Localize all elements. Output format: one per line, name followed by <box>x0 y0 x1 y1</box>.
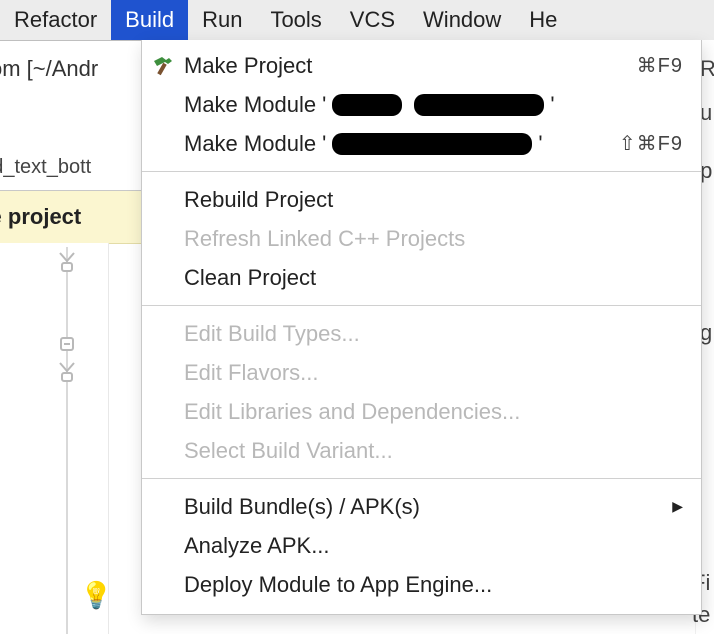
menu-item-edit-build-types: Edit Build Types... <box>142 314 701 353</box>
menu-item-label: Rebuild Project <box>184 187 683 213</box>
menu-run[interactable]: Run <box>188 0 256 40</box>
label-suffix: ' <box>550 92 554 118</box>
menu-item-make-project[interactable]: Make Project ⌘F9 <box>142 46 701 85</box>
submenu-arrow-icon: ▶ <box>672 498 683 515</box>
menu-label: Build <box>125 7 174 33</box>
menu-item-label: Edit Flavors... <box>184 360 683 386</box>
redacted-text <box>332 94 402 116</box>
menu-vcs[interactable]: VCS <box>336 0 409 40</box>
menu-item-build-bundle-apk[interactable]: Build Bundle(s) / APK(s) ▶ <box>142 487 701 526</box>
menu-item-label: Clean Project <box>184 265 683 291</box>
label-prefix: Make Module ' <box>184 92 326 118</box>
menu-item-make-module-2[interactable]: Make Module ' ' ⇧⌘F9 <box>142 124 701 163</box>
menu-item-rebuild-project[interactable]: Rebuild Project <box>142 180 701 219</box>
editor-gutter <box>0 243 109 634</box>
menu-item-analyze-apk[interactable]: Analyze APK... <box>142 526 701 565</box>
fold-marker-icon[interactable] <box>56 251 78 273</box>
menu-item-select-variant: Select Build Variant... <box>142 431 701 470</box>
fold-collapse-icon[interactable] <box>56 333 78 355</box>
menu-item-label: Make Module ' ' <box>184 131 619 157</box>
menu-help-cropped[interactable]: He <box>515 0 571 40</box>
edge-char: R <box>700 56 714 82</box>
label-prefix: Make Module ' <box>184 131 326 157</box>
menu-item-shortcut: ⌘F9 <box>637 53 683 78</box>
menu-label: Refactor <box>14 7 97 33</box>
redacted-text <box>332 133 532 155</box>
menu-item-label: Select Build Variant... <box>184 438 683 464</box>
build-menu-dropdown: Make Project ⌘F9 Make Module ' ' Make Mo… <box>141 40 702 615</box>
menu-separator <box>142 305 701 306</box>
gradle-banner-text: dle project <box>0 204 81 230</box>
menu-item-label: Analyze APK... <box>184 533 683 559</box>
menu-item-label: Edit Libraries and Dependencies... <box>184 399 683 425</box>
menu-label: Tools <box>270 7 321 33</box>
menu-item-label: Refresh Linked C++ Projects <box>184 226 683 252</box>
editor-tab-cropped[interactable]: und_text_bott <box>0 156 91 179</box>
menu-tools[interactable]: Tools <box>256 0 335 40</box>
fold-marker-icon[interactable] <box>56 361 78 383</box>
hammer-icon <box>142 53 184 79</box>
label-suffix: ' <box>538 131 542 157</box>
menu-item-make-module-1[interactable]: Make Module ' ' <box>142 85 701 124</box>
menu-item-edit-libs: Edit Libraries and Dependencies... <box>142 392 701 431</box>
intention-bulb-icon[interactable]: 💡 <box>80 582 112 608</box>
menu-item-shortcut: ⇧⌘F9 <box>619 131 683 156</box>
project-path-cropped: om [~/Andr <box>0 56 98 82</box>
menu-item-label: Edit Build Types... <box>184 321 683 347</box>
menu-item-label: Make Project <box>184 53 637 79</box>
menu-item-label: Deploy Module to App Engine... <box>184 572 683 598</box>
menu-label: Run <box>202 7 242 33</box>
menu-label: He <box>529 7 557 33</box>
gutter-fold-line <box>66 247 68 634</box>
menu-build[interactable]: Build <box>111 0 188 40</box>
menu-item-edit-flavors: Edit Flavors... <box>142 353 701 392</box>
menu-label: Window <box>423 7 501 33</box>
redacted-text <box>414 94 544 116</box>
menu-refactor[interactable]: Refactor <box>0 0 111 40</box>
menu-window[interactable]: Window <box>409 0 515 40</box>
menu-separator <box>142 478 701 479</box>
menu-item-label: Build Bundle(s) / APK(s) <box>184 494 660 520</box>
menu-item-clean-project[interactable]: Clean Project <box>142 258 701 297</box>
menu-item-label: Make Module ' ' <box>184 92 683 118</box>
menu-item-deploy-appengine[interactable]: Deploy Module to App Engine... <box>142 565 701 604</box>
menu-item-refresh-cpp: Refresh Linked C++ Projects <box>142 219 701 258</box>
menu-separator <box>142 171 701 172</box>
menu-label: VCS <box>350 7 395 33</box>
menubar: Refactor Build Run Tools VCS Window He <box>0 0 714 41</box>
